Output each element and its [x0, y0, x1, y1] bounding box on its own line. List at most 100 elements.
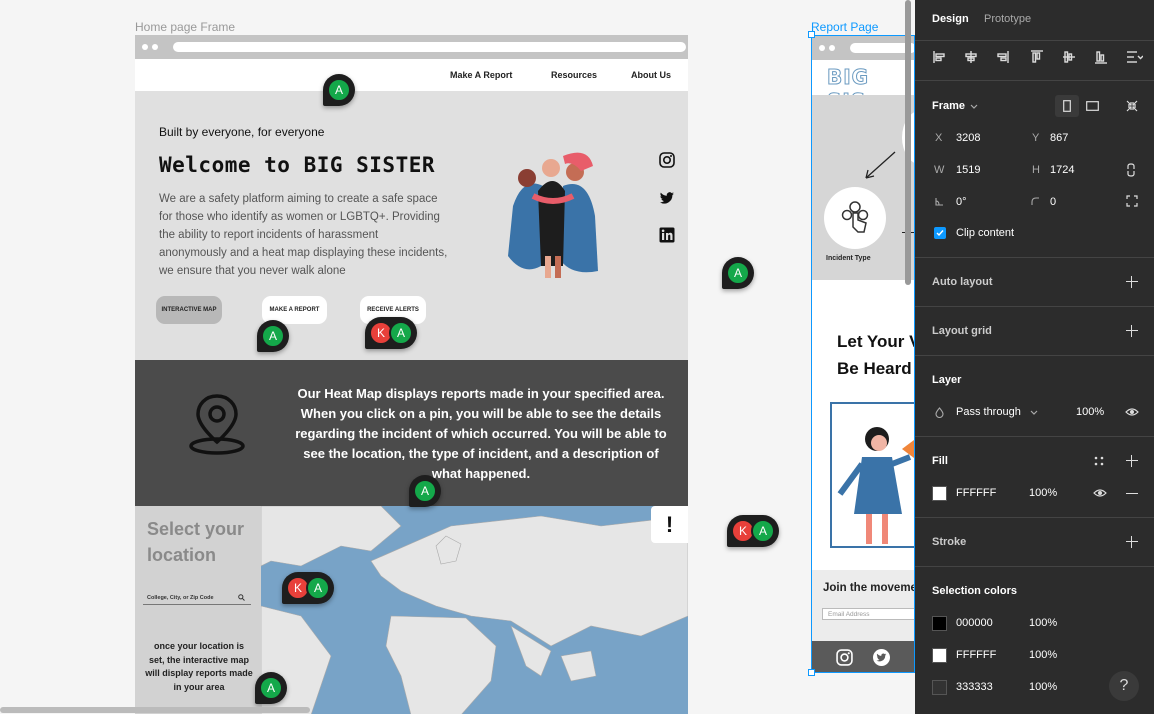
fill-section: Fill FFFFFF 100%	[915, 436, 1154, 517]
twitter-bird-glyph	[876, 653, 887, 662]
auto-layout-label: Auto layout	[932, 276, 993, 288]
independent-corners-icon[interactable]	[1126, 195, 1138, 207]
comment-pin[interactable]: K A	[727, 515, 779, 547]
selection-color-opacity[interactable]: 100%	[1029, 681, 1057, 693]
x-input[interactable]: 3208	[956, 132, 980, 144]
h-input[interactable]: 1724	[1050, 164, 1074, 176]
heatmap-description: Our Heat Map displays reports made in yo…	[295, 386, 667, 481]
interactive-map-button[interactable]: INTERACTIVE MAP	[156, 296, 222, 324]
join-section: Join the moveme Email Address	[812, 570, 914, 642]
clip-content-label: Clip content	[956, 227, 1015, 239]
corner-radius-icon	[1031, 197, 1039, 205]
selection-color-swatch[interactable]	[932, 680, 947, 695]
alignment-icons	[933, 50, 1143, 64]
selection-color-hex[interactable]: 333333	[956, 681, 993, 693]
comment-pin[interactable]: A	[722, 257, 754, 289]
horizontal-scrollbar[interactable]	[0, 707, 310, 713]
world-map	[261, 506, 688, 714]
selection-color-swatch[interactable]	[932, 648, 947, 663]
instagram-icon[interactable]	[659, 152, 675, 168]
alert-button[interactable]: !	[651, 506, 688, 543]
report-page-frame[interactable]: BIG SIS Incident Type Let Your V Be Hear…	[811, 35, 915, 673]
hero-section: Built by everyone, for everyone Welcome …	[135, 91, 688, 360]
search-icon[interactable]	[238, 594, 245, 601]
selection-color-swatch[interactable]	[932, 616, 947, 631]
location-search-input[interactable]: College, City, or Zip Code	[143, 590, 251, 605]
browser-dot	[819, 45, 825, 51]
layout-grid-section: Layout grid	[915, 306, 1154, 355]
incident-type-label: Incident Type	[826, 255, 871, 262]
instagram-icon[interactable]	[836, 649, 853, 666]
layer-opacity-input[interactable]: 100%	[1076, 406, 1104, 418]
frame-label[interactable]: Frame	[932, 100, 965, 112]
email-input[interactable]: Email Address	[822, 608, 914, 620]
browser-dot	[152, 44, 158, 50]
landscape-icon[interactable]	[1086, 101, 1099, 111]
eye-icon[interactable]	[1093, 488, 1107, 498]
select-location-heading: Select your location	[147, 519, 245, 565]
y-label: Y	[1032, 132, 1040, 144]
frame-section: Frame X 3208 Y 867 W 1519 H 1724 0° 0 Cl…	[915, 80, 1154, 257]
selection-color-opacity[interactable]: 100%	[1029, 617, 1057, 629]
comment-pin[interactable]: A	[255, 672, 287, 704]
comment-pin[interactable]: A	[409, 475, 441, 507]
home-page-frame[interactable]: Make A Report Resources About Us Built b…	[135, 35, 688, 714]
selection-color-opacity[interactable]: 100%	[1029, 649, 1057, 661]
tab-design[interactable]: Design	[932, 13, 969, 25]
nav-make-report[interactable]: Make A Report	[450, 70, 512, 80]
avatar: A	[751, 519, 775, 543]
selection-handle[interactable]	[808, 669, 815, 676]
portrait-toggle[interactable]	[1055, 95, 1079, 117]
y-input[interactable]: 867	[1050, 132, 1068, 144]
selection-handle[interactable]	[808, 31, 815, 38]
incident-type-button[interactable]	[824, 187, 886, 249]
interactive-map[interactable]: !	[261, 506, 688, 714]
nav-resources[interactable]: Resources	[551, 70, 597, 80]
arrow-icon	[865, 151, 896, 179]
checkmark-icon	[936, 230, 944, 237]
style-grid-icon[interactable]	[1094, 456, 1104, 466]
tab-prototype[interactable]: Prototype	[984, 13, 1031, 25]
corner-radius-input[interactable]: 0	[1050, 196, 1056, 208]
linkedin-icon[interactable]	[659, 227, 675, 243]
women-hugging-illustration	[508, 152, 598, 278]
constrain-proportions-icon[interactable]	[1127, 163, 1135, 177]
comment-pin[interactable]: A	[323, 74, 355, 106]
avatar: A	[413, 479, 437, 503]
eye-icon[interactable]	[1125, 407, 1139, 417]
vertical-scrollbar[interactable]	[905, 0, 911, 285]
fill-opacity-input[interactable]: 100%	[1029, 487, 1057, 499]
w-input[interactable]: 1519	[956, 164, 980, 176]
layer-section: Layer Pass through 100%	[915, 355, 1154, 436]
twitter-icon[interactable]	[659, 190, 675, 206]
clip-content-checkbox[interactable]	[934, 227, 946, 239]
incident-section: Incident Type	[812, 95, 914, 280]
blend-mode-select[interactable]: Pass through	[956, 406, 1021, 418]
avatar: A	[306, 576, 330, 600]
rotation-input[interactable]: 0°	[956, 196, 967, 208]
woman-megaphone-illustration	[837, 427, 914, 544]
add-auto-layout-icon[interactable]	[1126, 276, 1138, 288]
chevron-down-icon[interactable]	[1030, 410, 1038, 416]
report-frame-label[interactable]: Report Page	[811, 20, 878, 34]
add-fill-icon[interactable]	[1126, 455, 1138, 467]
fill-swatch[interactable]	[932, 486, 947, 501]
comment-pin[interactable]: K A	[365, 317, 417, 349]
home-frame-label[interactable]: Home page Frame	[135, 20, 235, 34]
chevron-down-icon[interactable]	[970, 104, 978, 110]
nav-about-us[interactable]: About Us	[631, 70, 671, 80]
comment-pin[interactable]: K A	[282, 572, 334, 604]
design-panel: Design Prototype Frame X 3208 Y 867 W 15…	[915, 0, 1154, 714]
twitter-icon[interactable]	[873, 649, 890, 666]
help-button[interactable]: ?	[1109, 671, 1139, 701]
add-stroke-icon[interactable]	[1126, 536, 1138, 548]
add-layout-grid-icon[interactable]	[1126, 325, 1138, 337]
avatar: A	[389, 321, 413, 345]
selection-color-hex[interactable]: 000000	[956, 617, 993, 629]
resize-to-fit-icon[interactable]	[1126, 100, 1138, 112]
comment-pin[interactable]: A	[257, 320, 289, 352]
remove-fill-icon[interactable]	[1126, 493, 1138, 495]
fill-hex-input[interactable]: FFFFFF	[956, 487, 996, 499]
browser-url-bar	[173, 42, 686, 52]
selection-color-hex[interactable]: FFFFFF	[956, 649, 996, 661]
